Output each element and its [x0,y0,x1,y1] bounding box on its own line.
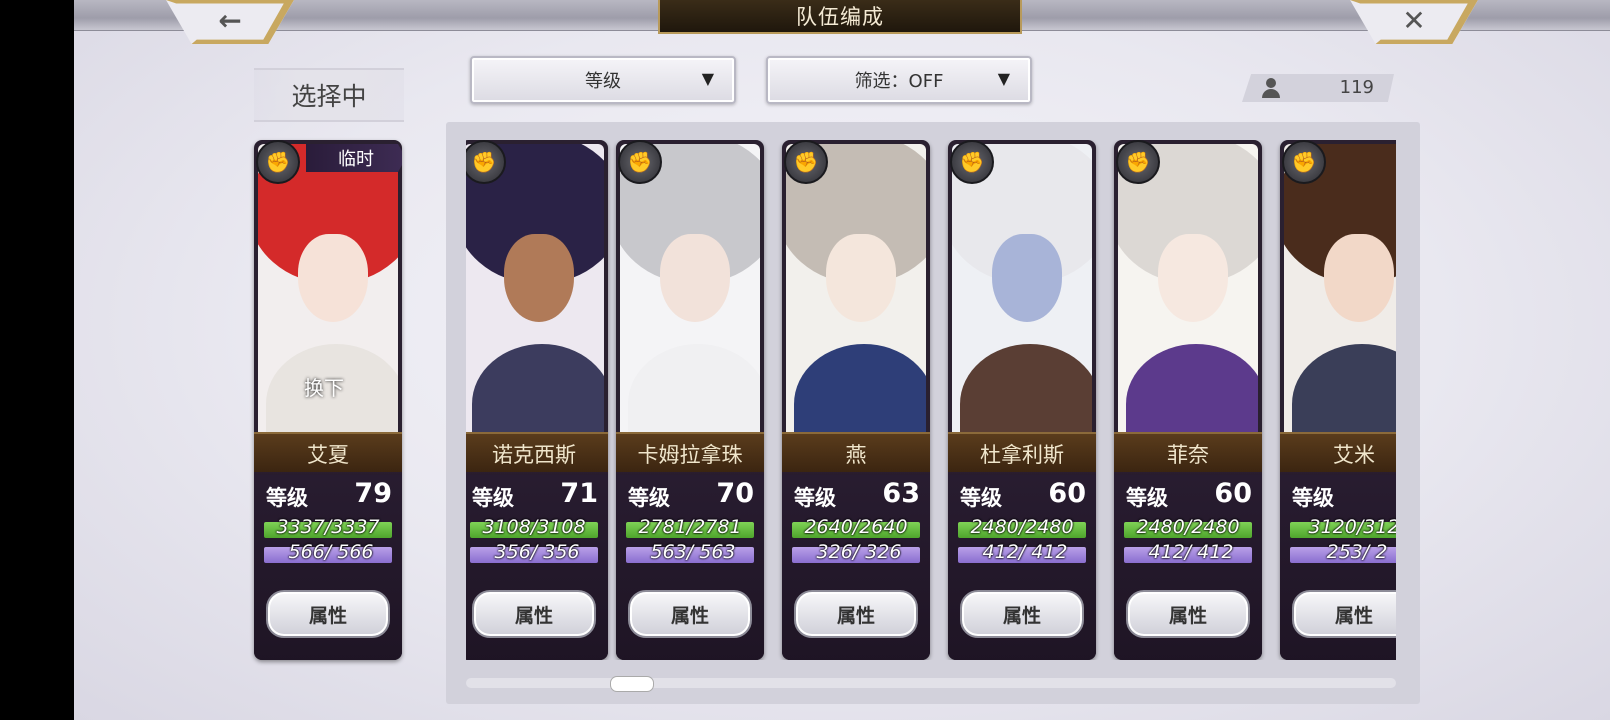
portrait-face [504,234,574,322]
attributes-button[interactable]: 属性 [266,590,390,638]
mp-value: 566/ 566 [282,541,374,563]
character-name: 诺克西斯 [466,432,608,475]
level-label: 等级 [1292,486,1334,510]
attributes-button[interactable]: 属性 [628,590,752,638]
swap-label: 换下 [304,376,344,400]
mp-value: 253/ 2 [1320,541,1388,563]
portrait-face [1324,234,1394,322]
character-stats: 等级 6 3120/312 253/ 2 属性 [1280,472,1396,660]
character-stats: 等级 70 2781/2781 563/ 563 属性 [616,472,764,660]
mp-value: 356/ 356 [488,541,580,563]
portrait-face [1158,234,1228,322]
character-portrait [1118,144,1258,434]
back-arrow-icon: ← [218,3,242,37]
character-portrait [1284,144,1396,434]
punch-icon: ✊ [256,140,300,184]
character-portrait [952,144,1092,434]
hp-value: 2640/2640 [804,516,908,538]
character-stats: 等级 71 3108/3108 356/ 356 属性 [466,472,608,660]
roster-card[interactable]: ✊ 艾米 等级 6 3120/312 253/ 2 属性 [1280,140,1396,660]
member-count: 119 [1242,74,1394,102]
character-portrait [466,144,604,434]
close-icon: ✕ [1402,3,1426,37]
roster-scrollbar[interactable] [466,676,1396,692]
level-label: 等级 [628,486,670,510]
portrait-face [660,234,730,322]
attributes-button[interactable]: 属性 [472,590,596,638]
attributes-button[interactable]: 属性 [1126,590,1250,638]
portrait-face [992,234,1062,322]
roster-card[interactable]: ✊ 卡姆拉拿珠 等级 70 2781/2781 563/ 563 属性 [616,140,764,660]
level-value: 71 [560,478,598,509]
mp-value: 326/ 326 [810,541,902,563]
mp-value: 412/ 412 [1142,541,1234,563]
character-name: 杜拿利斯 [948,432,1096,475]
level-label: 等级 [794,486,836,510]
attributes-button[interactable]: 属性 [1292,590,1396,638]
filter-value: 筛选：OFF [854,71,944,92]
mp-value: 412/ 412 [976,541,1068,563]
chevron-down-icon: ▼ [701,69,714,88]
fist-icon: ✊ [784,140,828,184]
selecting-label: 选择中 [254,68,404,122]
close-button[interactable]: ✕ [1350,0,1478,44]
attributes-button[interactable]: 属性 [960,590,1084,638]
sort-dropdown[interactable]: 等级 ▼ [470,56,736,104]
level-label: 等级 [266,486,308,510]
sort-value: 等级 [585,71,621,92]
page-title: 队伍编成 [658,0,1022,34]
punch-icon: ✊ [950,140,994,184]
character-portrait [620,144,760,434]
portrait-face [298,234,368,322]
level-value: 70 [716,478,754,509]
character-stats: 等级 60 2480/2480 412/ 412 属性 [948,472,1096,660]
roster-list[interactable]: ✊ 诺克西斯 等级 71 3108/3108 356/ 356 属性 ✊ 卡姆拉… [466,140,1396,660]
character-name: 卡姆拉拿珠 [616,432,764,475]
mp-value: 563/ 563 [644,541,736,563]
member-count-value: 119 [1339,77,1374,98]
person-icon [1262,78,1280,98]
game-screen: ← 队伍编成 ✕ 选择中 等级 ▼ 筛选：OFF ▼ 119 ✊ 临时 换下 艾… [74,0,1610,720]
fist-icon: ✊ [1116,140,1160,184]
level-value: 79 [354,478,392,509]
character-stats: 等级 79 3337/3337 566/ 566 属性 [254,472,402,660]
hp-value: 2781/2781 [638,516,742,538]
temp-tag: 临时 [306,144,402,172]
roster-card[interactable]: ✊ 菲奈 等级 60 2480/2480 412/ 412 属性 [1114,140,1262,660]
character-stats: 等级 63 2640/2640 326/ 326 属性 [782,472,930,660]
hp-value: 3337/3337 [276,516,380,538]
level-value: 63 [882,478,920,509]
level-label: 等级 [1126,486,1168,510]
hp-value: 3108/3108 [482,516,586,538]
character-portrait [786,144,926,434]
filter-dropdown[interactable]: 筛选：OFF ▼ [766,56,1032,104]
level-label: 等级 [960,486,1002,510]
attributes-button[interactable]: 属性 [794,590,918,638]
character-name: 艾米 [1280,432,1396,475]
hp-value: 3120/312 [1308,516,1396,538]
punch-icon: ✊ [618,140,662,184]
character-name: 艾夏 [254,432,402,475]
hp-value: 2480/2480 [1136,516,1240,538]
hp-value: 2480/2480 [970,516,1074,538]
chevron-down-icon: ▼ [997,69,1010,88]
character-stats: 等级 60 2480/2480 412/ 412 属性 [1114,472,1262,660]
roster-card[interactable]: ✊ 燕 等级 63 2640/2640 326/ 326 属性 [782,140,930,660]
portrait-face [826,234,896,322]
level-value: 60 [1048,478,1086,509]
character-name: 燕 [782,432,930,475]
scroll-thumb[interactable] [610,676,654,692]
fist-icon: ✊ [1282,140,1326,184]
back-button[interactable]: ← [166,0,294,44]
character-name: 菲奈 [1114,432,1262,475]
level-label: 等级 [472,486,514,510]
level-value: 60 [1214,478,1252,509]
roster-card[interactable]: ✊ 杜拿利斯 等级 60 2480/2480 412/ 412 属性 [948,140,1096,660]
selected-character-card[interactable]: ✊ 临时 换下 艾夏 等级 79 3337/3337 566/ 566 属性 [254,140,402,660]
roster-card[interactable]: ✊ 诺克西斯 等级 71 3108/3108 356/ 356 属性 [466,140,608,660]
